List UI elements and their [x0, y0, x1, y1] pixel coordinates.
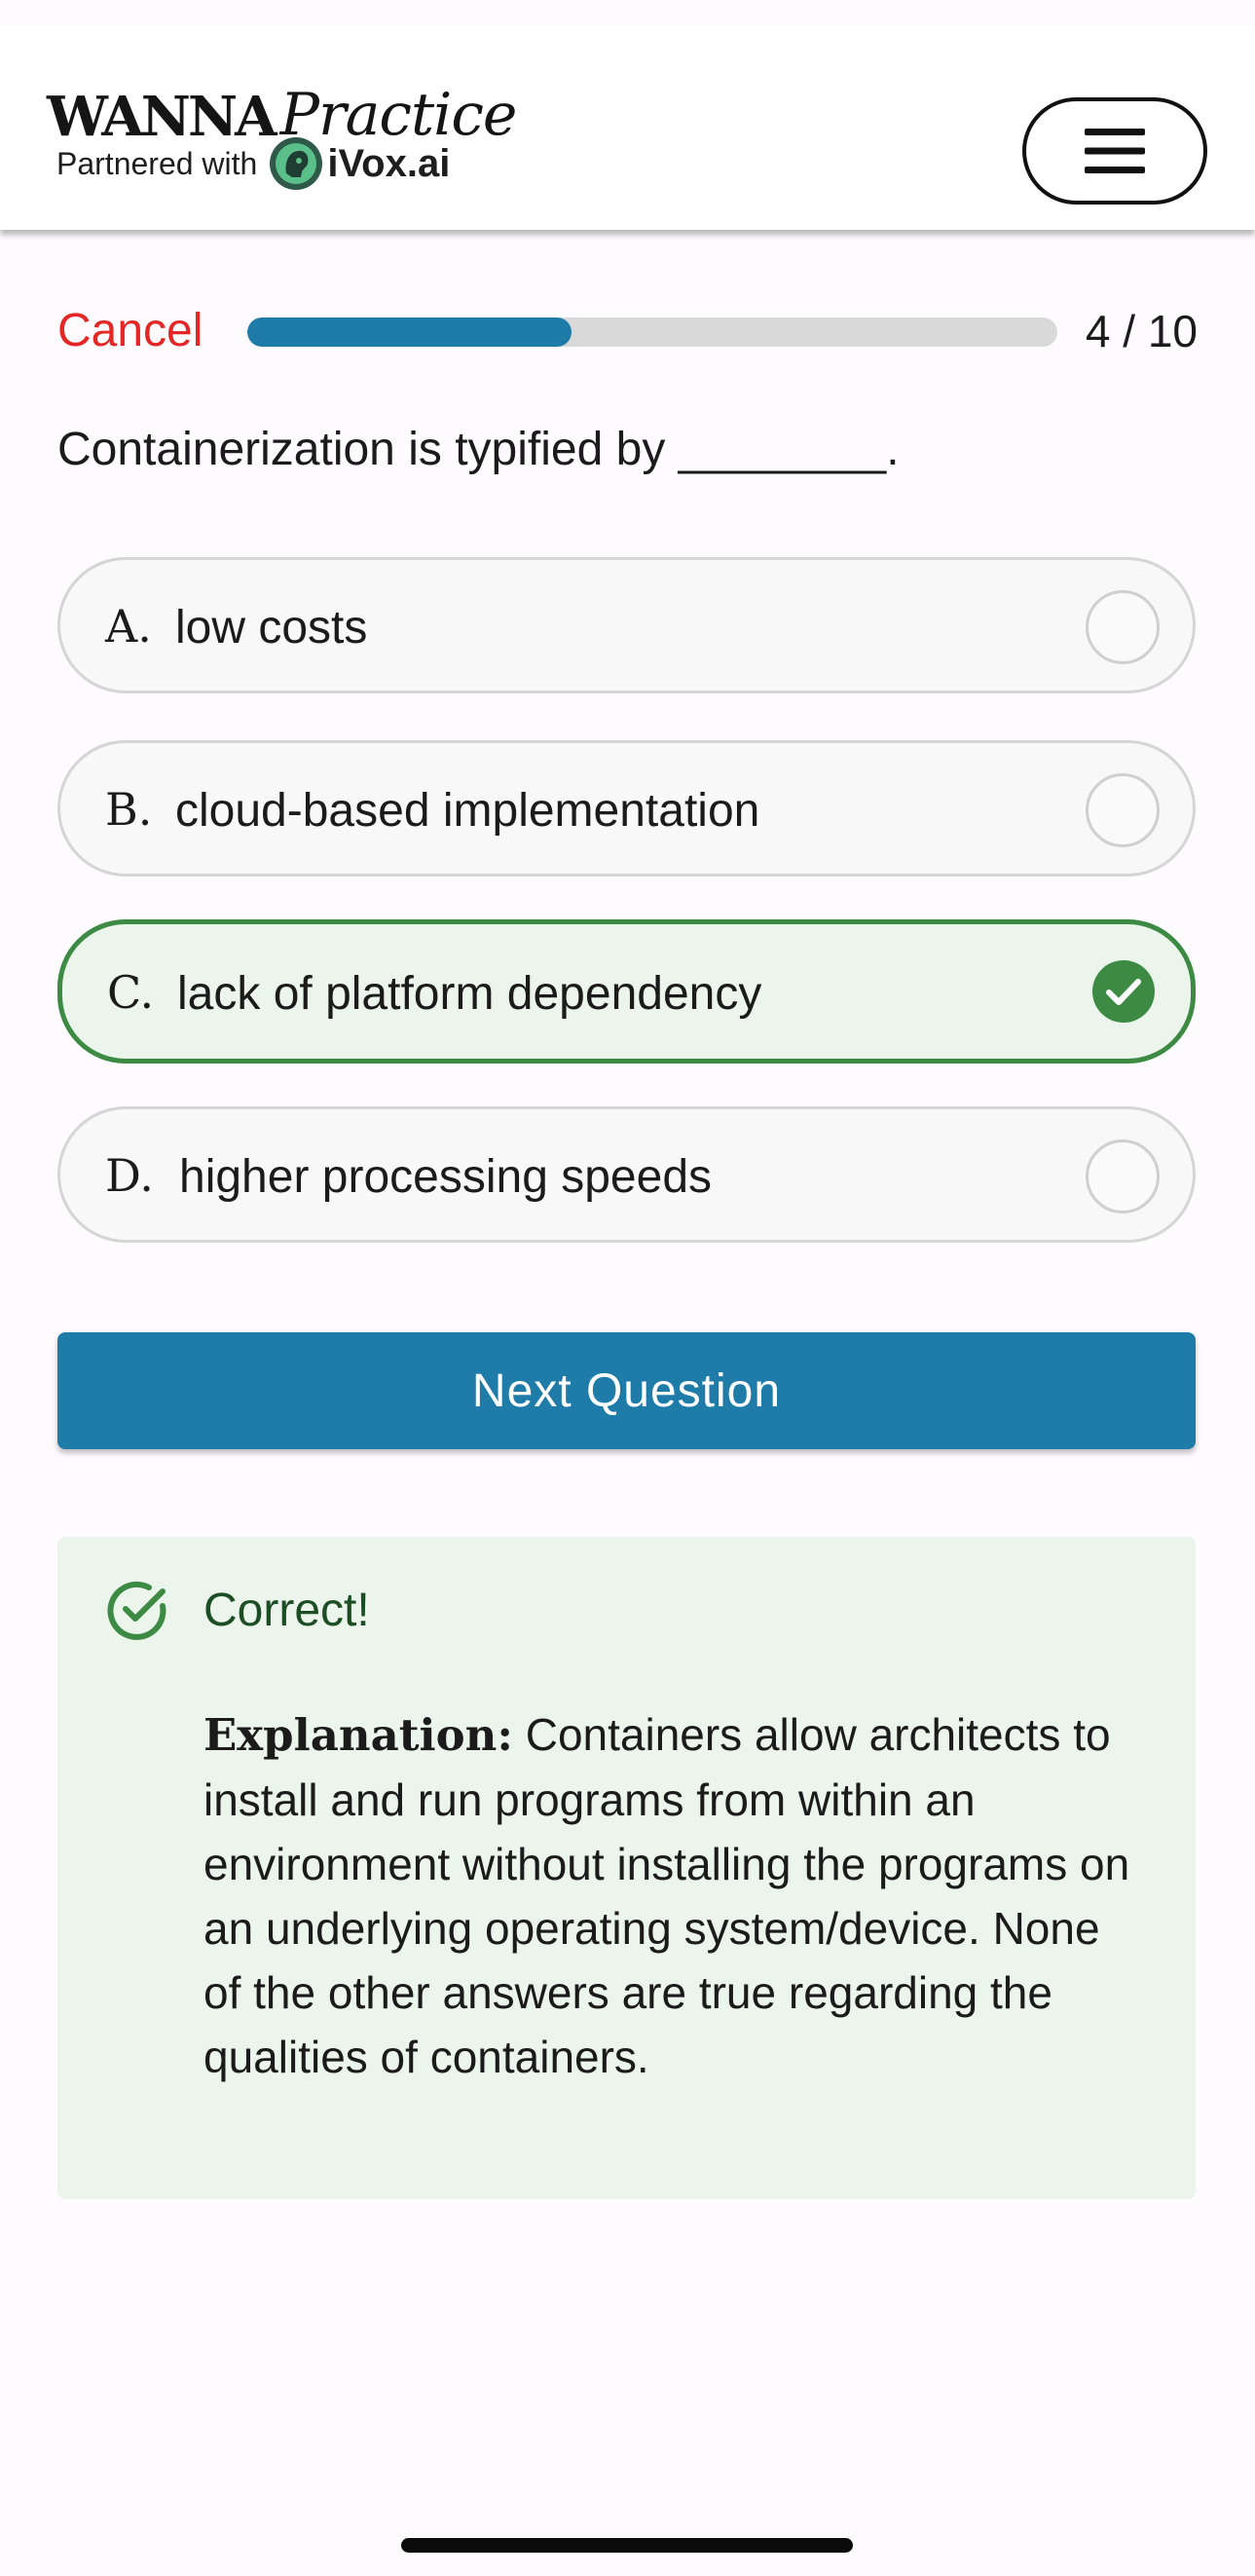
cancel-link[interactable]: Cancel — [57, 302, 203, 360]
answer-option-d[interactable]: D. higher processing speeds — [57, 1106, 1196, 1243]
explanation-body: Containers allow architects to install a… — [203, 1709, 1130, 2082]
next-question-button[interactable]: Next Question — [57, 1332, 1196, 1449]
answer-option-b[interactable]: B. cloud-based implementation — [57, 740, 1196, 877]
question-text: Containerization is typified by ________… — [57, 424, 900, 475]
partner-name: iVox.ai — [327, 141, 451, 185]
radio-empty-icon — [1086, 590, 1160, 664]
radio-empty-icon — [1086, 1139, 1160, 1213]
option-text: higher processing speeds — [179, 1151, 713, 1203]
answer-option-a[interactable]: A. low costs — [57, 557, 1196, 693]
progress-bar-fill — [247, 317, 572, 347]
check-circle-icon — [107, 1581, 166, 1640]
explanation-label: Explanation: — [203, 1709, 513, 1761]
hamburger-icon — [1085, 129, 1145, 173]
check-circle-filled-icon — [1092, 960, 1155, 1023]
ivox-logo-icon — [270, 137, 323, 190]
option-letter: C. — [107, 966, 155, 1019]
progress-bar — [247, 317, 1057, 347]
radio-empty-icon — [1086, 773, 1160, 847]
option-letter: A. — [105, 600, 152, 653]
option-letter: B. — [105, 783, 153, 836]
partner-text: Partnered with — [56, 145, 258, 181]
partner-line: Partnered with iVox.ai — [56, 134, 450, 193]
explanation-text: Explanation: Containers allow architects… — [203, 1702, 1138, 2089]
menu-button[interactable] — [1022, 97, 1207, 205]
question-counter: 4 / 10 — [1085, 306, 1198, 356]
option-letter: D. — [105, 1149, 154, 1202]
home-indicator — [401, 2538, 853, 2553]
option-text: lack of platform dependency — [177, 968, 762, 1020]
answer-option-c[interactable]: C. lack of platform dependency — [57, 919, 1196, 1064]
wannapractice-logo[interactable]: WANNA Practice — [47, 66, 517, 144]
option-text: cloud-based implementation — [175, 785, 760, 837]
feedback-title: Correct! — [203, 1585, 370, 1636]
option-text: low costs — [175, 602, 368, 653]
app-header: WANNA Practice Partnered with iVox.ai — [0, 25, 1255, 230]
feedback-panel: Correct! Explanation: Containers allow a… — [57, 1537, 1196, 2199]
